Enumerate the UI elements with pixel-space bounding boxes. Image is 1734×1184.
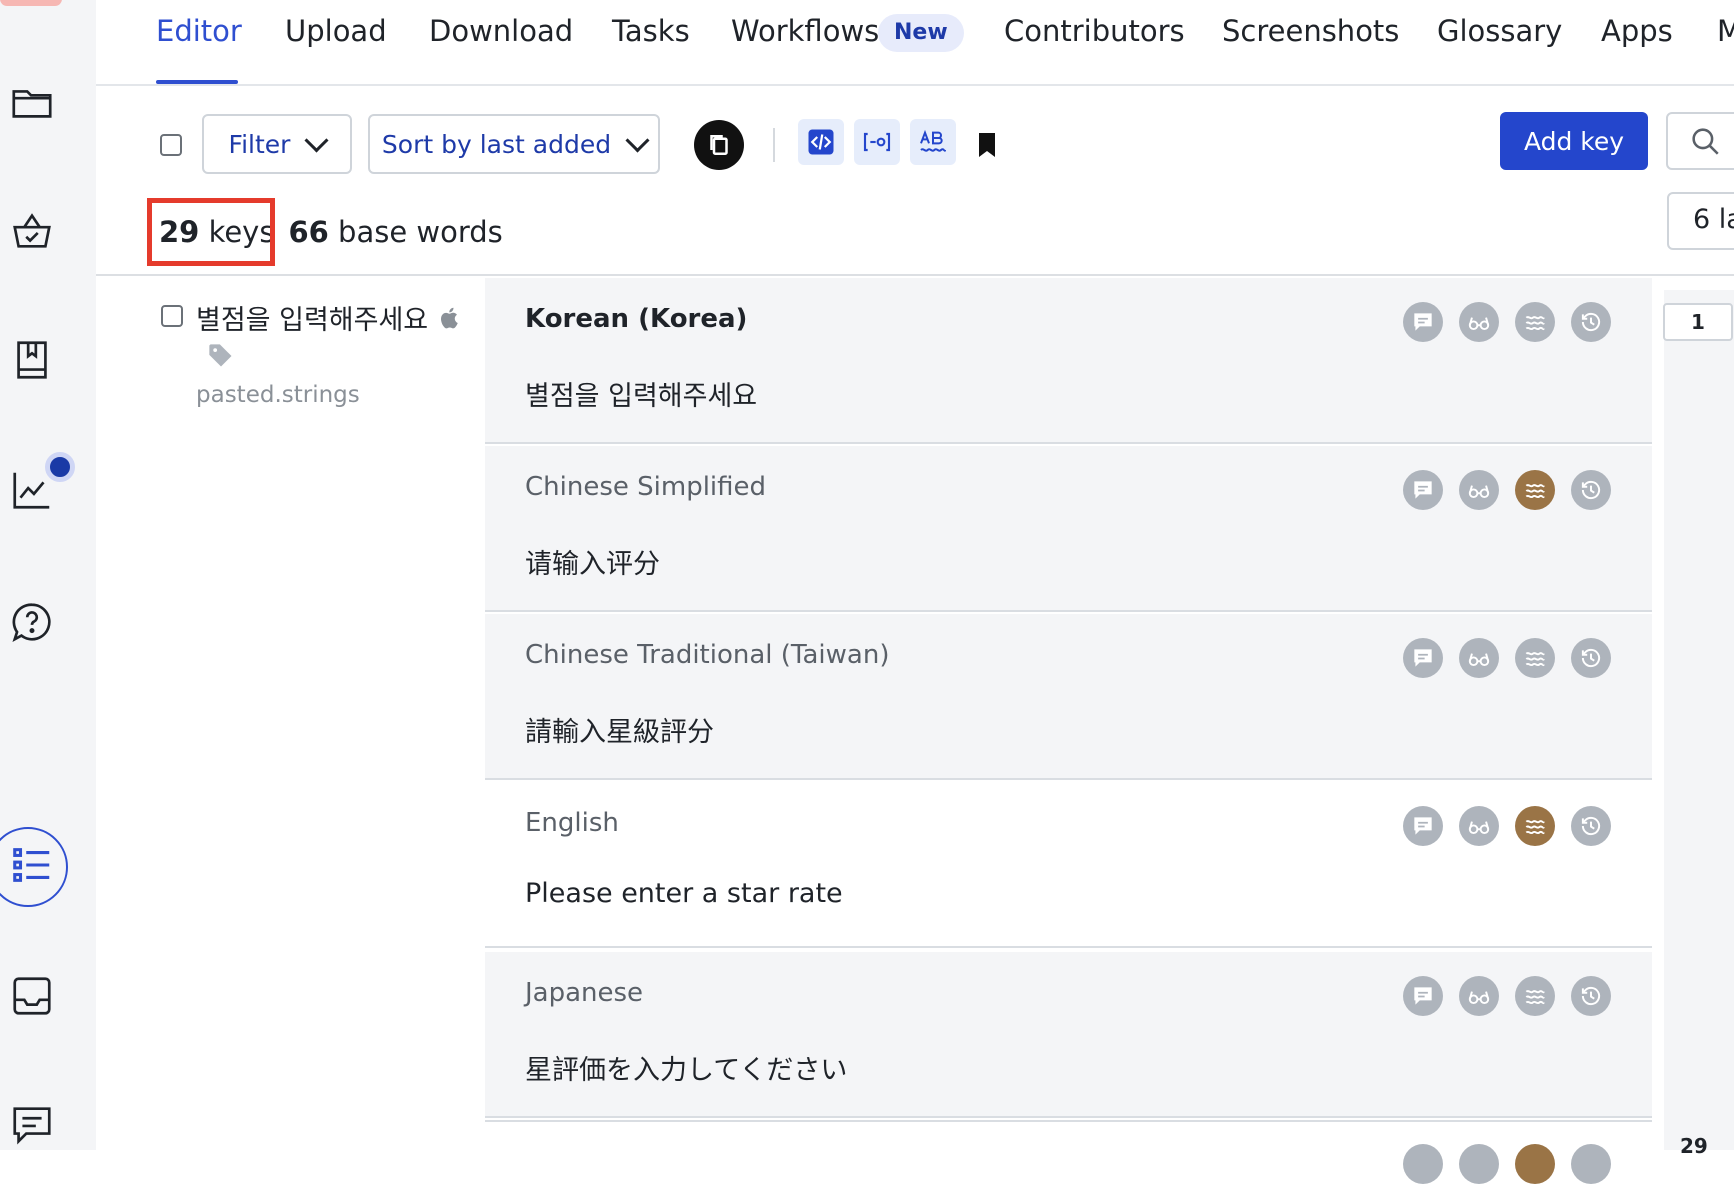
glasses-icon[interactable] xyxy=(1459,976,1499,1016)
tm-waves-icon[interactable] xyxy=(1515,470,1555,510)
translation-row[interactable]: Chinese Traditional (Taiwan) 請輸入星級評分 xyxy=(485,614,1652,780)
tab-screenshots[interactable]: Screenshots xyxy=(1222,14,1399,48)
spellcheck-icon[interactable] xyxy=(910,119,956,165)
chevron-down-icon xyxy=(625,127,650,153)
tab-tasks[interactable]: Tasks xyxy=(612,14,690,48)
folder-icon[interactable] xyxy=(8,78,56,126)
language-label: Korean (Korea) xyxy=(525,304,748,334)
keys-count-highlight xyxy=(147,198,275,266)
tab-glossary[interactable]: Glossary xyxy=(1437,14,1562,48)
tab-contributors[interactable]: Contributors xyxy=(1004,14,1185,48)
history-icon[interactable] xyxy=(1571,806,1611,846)
tag-icon[interactable] xyxy=(207,342,235,370)
tm-waves-icon[interactable] xyxy=(1515,638,1555,678)
notification-dot xyxy=(45,452,75,482)
base-words-count: 66 base words xyxy=(288,215,503,249)
copy-icon[interactable] xyxy=(694,120,744,170)
add-key-button[interactable]: Add key xyxy=(1500,112,1648,170)
help-icon[interactable] xyxy=(8,598,56,646)
translation-row[interactable]: Japanese 星評価を入力してください xyxy=(485,952,1652,1118)
glasses-icon xyxy=(1459,1144,1499,1184)
tm-waves-icon[interactable] xyxy=(1515,976,1555,1016)
comment-icon[interactable] xyxy=(1403,470,1443,510)
history-icon[interactable] xyxy=(1571,976,1611,1016)
comment-icon xyxy=(1403,1144,1443,1184)
translation-row[interactable]: English Please enter a star rate xyxy=(485,782,1652,948)
history-icon[interactable] xyxy=(1571,638,1611,678)
language-label: Japanese xyxy=(525,978,644,1008)
glasses-icon[interactable] xyxy=(1459,302,1499,342)
language-label: English xyxy=(525,808,619,838)
history-icon[interactable] xyxy=(1571,302,1611,342)
code-icon[interactable] xyxy=(798,119,844,165)
divider xyxy=(96,274,1734,276)
tab-apps[interactable]: Apps xyxy=(1601,14,1673,48)
tab-more[interactable]: M xyxy=(1717,14,1734,48)
glasses-icon[interactable] xyxy=(1459,638,1499,678)
chat-icon[interactable] xyxy=(8,1100,56,1148)
basket-check-icon[interactable] xyxy=(8,207,56,255)
translation-value[interactable]: Please enter a star rate xyxy=(525,878,843,909)
tab-upload[interactable]: Upload xyxy=(285,14,387,48)
key-name-text: 별점을 입력해주세요 xyxy=(196,305,429,336)
translation-row-partial xyxy=(485,1120,1652,1184)
tab-workflows[interactable]: Workflows xyxy=(731,14,879,48)
translation-row[interactable]: Korean (Korea) 별점을 입력해주세요 xyxy=(485,278,1652,444)
glasses-icon[interactable] xyxy=(1459,806,1499,846)
history-icon xyxy=(1571,1144,1611,1184)
toolbar: Filter Sort by last added Add key xyxy=(96,86,1734,190)
left-rail xyxy=(0,0,96,1150)
tm-waves-icon[interactable] xyxy=(1515,302,1555,342)
comment-icon[interactable] xyxy=(1403,638,1443,678)
pagination-strip xyxy=(1664,290,1734,1150)
page-total: 29 xyxy=(1680,1134,1708,1158)
row-actions xyxy=(1403,1144,1611,1184)
page-indicator[interactable]: 1 xyxy=(1663,303,1733,341)
chevron-down-icon xyxy=(304,127,329,153)
translation-value[interactable]: 별점을 입력해주세요 xyxy=(525,374,757,413)
filter-button[interactable]: Filter xyxy=(202,114,352,174)
comment-icon[interactable] xyxy=(1403,976,1443,1016)
tm-waves-icon xyxy=(1515,1144,1555,1184)
filter-label: Filter xyxy=(228,129,291,159)
bookmark-icon[interactable] xyxy=(978,132,996,158)
comment-icon[interactable] xyxy=(1403,302,1443,342)
translation-value[interactable]: 请输入评分 xyxy=(525,542,660,581)
select-all-checkbox[interactable] xyxy=(160,134,182,156)
row-actions xyxy=(1403,470,1611,510)
apple-icon xyxy=(440,307,458,329)
row-actions xyxy=(1403,806,1611,846)
book-icon[interactable] xyxy=(8,336,56,384)
row-actions xyxy=(1403,638,1611,678)
search-icon xyxy=(1692,128,1719,155)
active-tab-underline xyxy=(156,80,238,84)
translation-row[interactable]: Chinese Simplified 请输入评分 xyxy=(485,446,1652,612)
row-actions xyxy=(1403,302,1611,342)
key-file-name: pasted.strings xyxy=(196,382,360,408)
inbox-icon[interactable] xyxy=(8,972,56,1020)
tm-waves-icon[interactable] xyxy=(1515,806,1555,846)
translation-value[interactable]: 請輸入星級評分 xyxy=(525,710,714,749)
tab-download[interactable]: Download xyxy=(429,14,573,48)
search-input[interactable] xyxy=(1666,112,1734,170)
comment-icon[interactable] xyxy=(1403,806,1443,846)
key-checkbox[interactable] xyxy=(161,305,183,327)
top-nav: Editor Upload Download Tasks Workflows N… xyxy=(96,0,1734,86)
language-label: Chinese Simplified xyxy=(525,472,767,502)
tab-editor[interactable]: Editor xyxy=(156,14,242,48)
language-label: Chinese Traditional (Taiwan) xyxy=(525,640,890,670)
list-icon[interactable] xyxy=(8,841,56,889)
row-actions xyxy=(1403,976,1611,1016)
key-name[interactable]: 별점을 입력해주세요 xyxy=(196,298,463,337)
translation-value[interactable]: 星評価を入力してください xyxy=(525,1048,847,1087)
glasses-icon[interactable] xyxy=(1459,470,1499,510)
sort-label: Sort by last added xyxy=(381,129,612,159)
sort-dropdown[interactable]: Sort by last added xyxy=(368,114,660,174)
placeholder-icon[interactable] xyxy=(854,119,900,165)
history-icon[interactable] xyxy=(1571,470,1611,510)
new-badge: New xyxy=(878,14,964,52)
toolbar-divider xyxy=(773,128,775,162)
languages-dropdown[interactable]: 6 la xyxy=(1667,192,1734,250)
rail-top-indicator xyxy=(0,0,62,6)
